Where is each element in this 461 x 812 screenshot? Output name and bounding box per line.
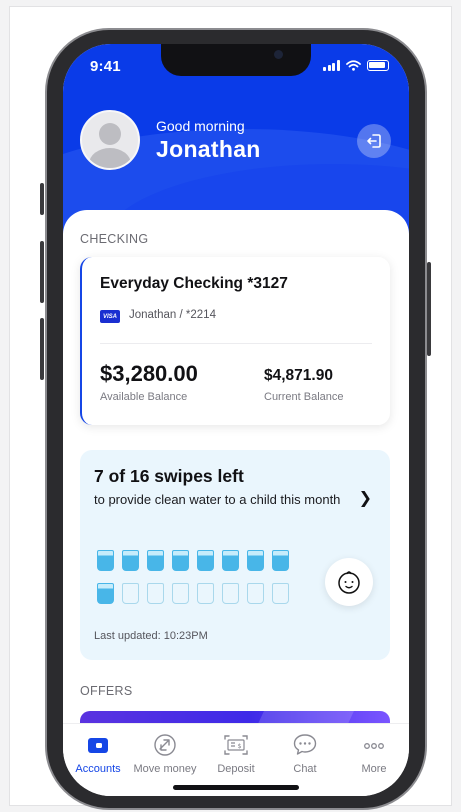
silent-switch: [40, 183, 44, 215]
baby-face-icon: [338, 571, 360, 594]
battery-icon: [367, 60, 389, 71]
wifi-icon: [346, 60, 361, 71]
accounts-sheet: CHECKING Everyday Checking *3127 VISA Jo…: [63, 210, 409, 750]
current-balance-amount: $4,871.90: [264, 367, 333, 384]
water-glass-full-icon: [272, 550, 289, 571]
visa-card-icon: VISA: [100, 310, 120, 323]
signal-icon: [323, 60, 340, 71]
avatar[interactable]: [80, 110, 140, 170]
water-glass-full-icon: [97, 583, 114, 604]
card-divider: [100, 343, 372, 344]
swipes-left-title: 7 of 16 swipes left: [94, 466, 244, 486]
water-glass-full-icon: [222, 550, 239, 571]
greeting-text: Good morning: [156, 118, 245, 134]
chevron-right-icon[interactable]: ❯: [359, 488, 372, 508]
deposit-icon: $: [224, 735, 248, 755]
water-glass-full-icon: [247, 550, 264, 571]
tab-chat[interactable]: Chat: [272, 732, 338, 775]
current-balance-label: Current Balance: [264, 391, 344, 403]
tab-label: Chat: [293, 763, 317, 775]
tab-label: More: [361, 763, 387, 775]
water-glass-full-icon: [122, 550, 139, 571]
tab-more[interactable]: More: [341, 732, 407, 775]
last-updated-text: Last updated: 10:23PM: [94, 630, 208, 642]
move-money-icon: [154, 734, 176, 756]
status-icons: [323, 60, 389, 71]
home-indicator: [173, 785, 299, 790]
glass-row: [97, 583, 307, 604]
child-profile-button[interactable]: [325, 558, 373, 606]
volume-down-button: [40, 318, 44, 380]
glass-row: [97, 550, 307, 571]
available-balance-label: Available Balance: [100, 391, 188, 403]
water-glass-empty-icon: [272, 583, 289, 604]
checking-account-card[interactable]: Everyday Checking *3127 VISA Jonathan / …: [80, 257, 390, 425]
status-time: 9:41: [90, 58, 121, 75]
available-balance-amount: $3,280.00: [100, 361, 198, 386]
tab-deposit[interactable]: $ Deposit: [203, 732, 269, 775]
water-glass-empty-icon: [122, 583, 139, 604]
phone-screen: 9:41 Good morning Jonathan CHECKING Ever…: [63, 44, 409, 796]
tab-accounts[interactable]: Accounts: [65, 732, 131, 775]
volume-up-button: [40, 241, 44, 303]
water-glass-full-icon: [197, 550, 214, 571]
account-name: Everyday Checking *3127: [100, 275, 288, 292]
swipes-left-subtitle: to provide clean water to a child this m…: [94, 492, 341, 507]
camera-notch: [161, 44, 311, 76]
checking-section-label: CHECKING: [80, 232, 149, 246]
water-glasses-progress: [97, 550, 307, 616]
camera-icon: [274, 50, 283, 59]
logout-icon: [367, 134, 381, 148]
water-glass-empty-icon: [147, 583, 164, 604]
svg-text:$: $: [238, 742, 242, 750]
water-glass-empty-icon: [222, 583, 239, 604]
water-glass-empty-icon: [247, 583, 264, 604]
logout-button[interactable]: [357, 124, 391, 158]
more-icon: [364, 743, 384, 749]
water-glass-full-icon: [172, 550, 189, 571]
card-owner: Jonathan / *2214: [129, 309, 216, 321]
water-glass-empty-icon: [197, 583, 214, 604]
tab-move-money[interactable]: Move money: [132, 732, 198, 775]
chat-icon: [293, 734, 317, 755]
tab-label: Deposit: [217, 763, 255, 775]
user-name: Jonathan: [156, 136, 261, 162]
power-button: [427, 262, 431, 356]
swipes-impact-card[interactable]: 7 of 16 swipes left to provide clean wat…: [80, 450, 390, 660]
water-glass-full-icon: [97, 550, 114, 571]
tab-label: Move money: [133, 763, 197, 775]
tab-label: Accounts: [75, 763, 121, 775]
offers-section-label: OFFERS: [80, 684, 133, 698]
water-glass-empty-icon: [172, 583, 189, 604]
accounts-icon: [88, 738, 108, 753]
water-glass-full-icon: [147, 550, 164, 571]
